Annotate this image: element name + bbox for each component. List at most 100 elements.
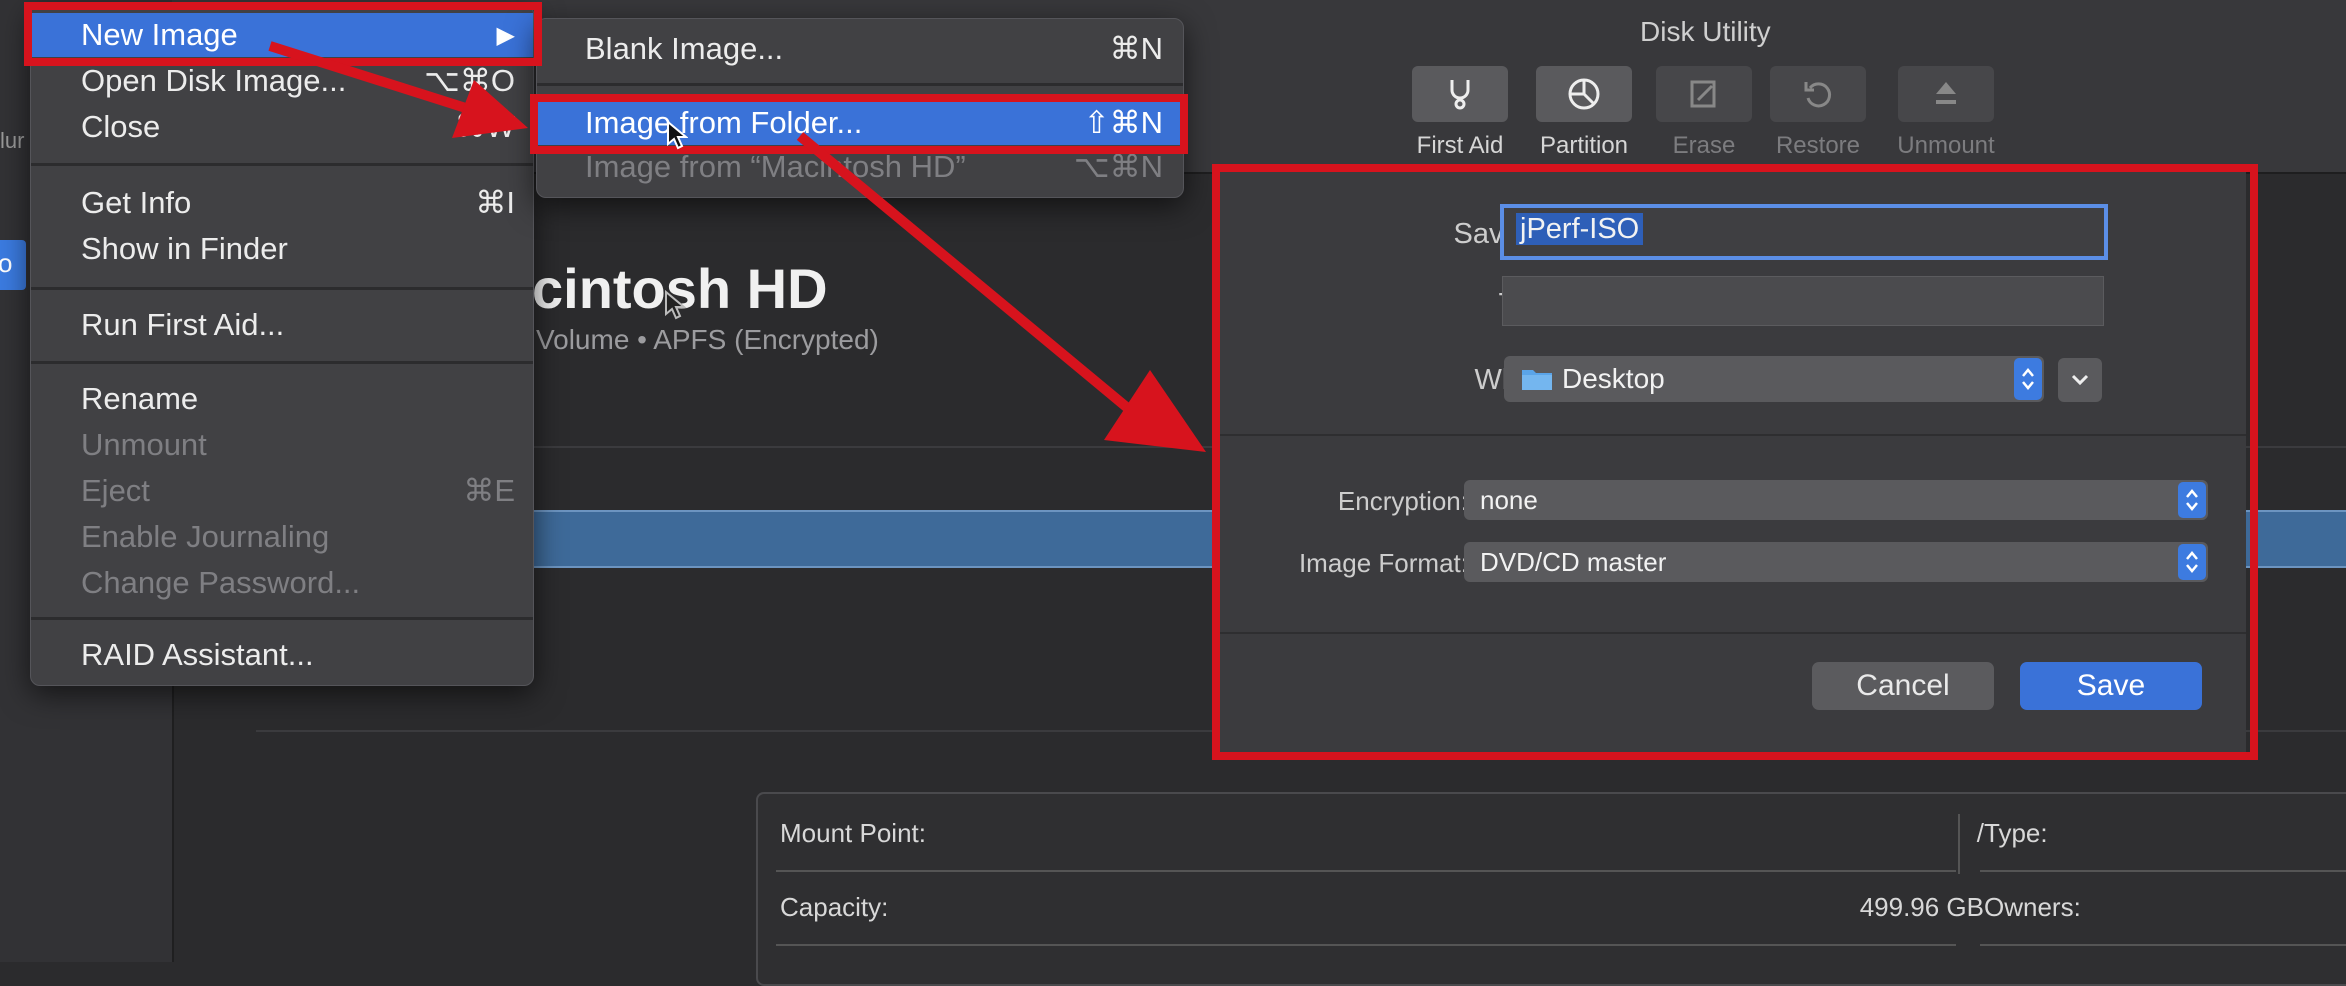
menu-item-label: Change Password... xyxy=(81,565,361,600)
info-table: Mount Point: / Capacity: 499.96 GB Type:… xyxy=(756,792,2346,986)
divider xyxy=(1980,870,2346,872)
window-title: Disk Utility xyxy=(1640,16,1771,47)
menu-item-unmount: Unmount xyxy=(31,423,533,467)
menu-item-get-info[interactable]: Get Info ⌘I xyxy=(31,181,533,225)
menu-item-open-disk-image[interactable]: Open Disk Image... ⌥⌘O xyxy=(31,59,533,103)
menu-item-label: Enable Journaling xyxy=(81,519,330,554)
file-menu: New Image ▶ Open Disk Image... ⌥⌘O Close… xyxy=(30,4,534,686)
menu-item-label: Eject xyxy=(81,473,150,508)
menu-item-label: Open Disk Image... xyxy=(81,63,347,98)
save-as-field[interactable]: jPerf-ISO xyxy=(1500,204,2108,260)
tags-field[interactable] xyxy=(1502,276,2104,326)
mount-point-value: / xyxy=(1976,818,1984,848)
mount-point-label: Mount Point: xyxy=(780,818,926,848)
restore-label: Restore xyxy=(1775,132,1861,159)
first-aid-label: First Aid xyxy=(1416,132,1504,159)
menu-item-label: Close xyxy=(81,109,161,144)
divider xyxy=(776,870,1956,872)
unmount-button[interactable] xyxy=(1898,66,1994,122)
menu-item-shortcut: ⌘W xyxy=(454,109,515,144)
encryption-popup[interactable]: none xyxy=(1464,480,2208,520)
encryption-label: Encryption: xyxy=(1337,486,1468,516)
divider xyxy=(1980,944,2346,946)
up-down-icon xyxy=(2014,358,2042,400)
chevron-down-icon xyxy=(2071,374,2089,386)
volume-subtitle: Volume • APFS (Encrypted) xyxy=(536,324,879,355)
menu-item-shortcut: ⌥⌘O xyxy=(424,63,515,98)
menu-separator xyxy=(537,83,1183,86)
erase-icon xyxy=(1690,80,1716,108)
menu-item-label: Get Info xyxy=(81,185,192,220)
sidebar-selected-item[interactable]: o xyxy=(0,240,26,290)
where-popup[interactable]: Desktop xyxy=(1504,356,2044,402)
menu-item-raid-assistant[interactable]: RAID Assistant... xyxy=(31,633,533,677)
menu-item-shortcut: ⌥⌘N xyxy=(1073,149,1163,184)
capacity-label: Capacity: xyxy=(780,892,889,922)
first-aid-button[interactable] xyxy=(1412,66,1508,122)
stethoscope-icon xyxy=(1450,80,1470,110)
image-format-value: DVD/CD master xyxy=(1480,547,1667,577)
mouse-cursor-icon xyxy=(667,120,688,150)
unmount-label: Unmount xyxy=(1897,132,1995,159)
sidebar-selected-fragment: o xyxy=(0,248,13,278)
menu-item-label: RAID Assistant... xyxy=(81,637,314,672)
menu-separator xyxy=(31,163,533,166)
restore-button[interactable] xyxy=(1770,66,1866,122)
folder-icon xyxy=(1522,370,1552,390)
save-button[interactable]: Save xyxy=(2020,662,2202,710)
menu-item-enable-journaling: Enable Journaling xyxy=(31,515,533,559)
partition-button[interactable] xyxy=(1536,66,1632,122)
menu-item-close[interactable]: Close ⌘W xyxy=(31,105,533,149)
menu-item-shortcut: ⌘I xyxy=(475,185,515,220)
save-as-value: jPerf-ISO xyxy=(1516,213,1644,245)
eject-icon xyxy=(1936,82,1956,104)
restore-icon xyxy=(1804,82,1832,108)
up-down-icon xyxy=(2178,482,2206,518)
menu-item-blank-image[interactable]: Blank Image... ⌘N xyxy=(537,27,1183,71)
menu-item-image-from-macintosh-hd: Image from “Macintosh HD” ⌥⌘N xyxy=(537,145,1183,189)
dialog-separator xyxy=(1218,434,2246,436)
image-format-popup[interactable]: DVD/CD master xyxy=(1464,542,2208,582)
menu-item-eject: Eject ⌘E xyxy=(31,469,533,513)
menu-separator xyxy=(31,617,533,620)
erase-button[interactable] xyxy=(1656,66,1752,122)
partition-label: Partition xyxy=(1539,132,1629,159)
menu-item-label: Rename xyxy=(81,381,199,416)
menu-item-run-first-aid[interactable]: Run First Aid... xyxy=(31,303,533,347)
dialog-separator xyxy=(1218,632,2246,634)
divider xyxy=(776,944,1956,946)
image-format-label: Image Format: xyxy=(1298,548,1468,578)
menu-item-new-image[interactable]: New Image ▶ xyxy=(31,13,533,57)
menu-item-label: New Image xyxy=(81,17,238,52)
menu-item-label: Run First Aid... xyxy=(81,307,285,342)
menu-item-shortcut: ⌘E xyxy=(463,473,515,508)
menu-separator xyxy=(31,287,533,290)
sidebar-fragment-label: lur xyxy=(0,128,25,153)
menu-item-rename[interactable]: Rename xyxy=(31,377,533,421)
menu-item-shortcut: ⇧⌘N xyxy=(1083,105,1163,140)
menu-item-label: Unmount xyxy=(81,427,207,462)
up-down-icon xyxy=(2178,544,2206,580)
menu-item-label: Image from Folder... xyxy=(585,105,863,140)
save-image-dialog: Save As: jPerf-ISO Tags: Where: Desktop … xyxy=(1218,172,2246,752)
menu-item-change-password: Change Password... xyxy=(31,561,533,605)
menu-item-label: Image from “Macintosh HD” xyxy=(585,149,966,184)
pie-chart-icon xyxy=(1568,78,1600,110)
expand-button[interactable] xyxy=(2058,358,2102,402)
column-divider xyxy=(1958,814,1960,874)
encryption-value: none xyxy=(1480,485,1538,515)
new-image-submenu: Blank Image... ⌘N Image from Folder... ⇧… xyxy=(536,18,1184,198)
cancel-button[interactable]: Cancel xyxy=(1812,662,1994,710)
text-cursor-icon xyxy=(665,290,687,320)
menu-item-shortcut: ⌘N xyxy=(1109,31,1163,66)
menu-item-image-from-folder[interactable]: Image from Folder... ⇧⌘N xyxy=(537,101,1183,145)
type-label: Type: xyxy=(1984,818,2048,848)
menu-item-label: Show in Finder xyxy=(81,231,288,266)
menu-item-label: Blank Image... xyxy=(585,31,784,66)
menu-separator xyxy=(31,361,533,364)
menu-item-show-in-finder[interactable]: Show in Finder xyxy=(31,227,533,271)
capacity-value: 499.96 GB xyxy=(1859,892,1984,922)
submenu-arrow-icon: ▶ xyxy=(496,22,515,49)
where-value: Desktop xyxy=(1562,363,1665,394)
owners-label: Owners: xyxy=(1984,892,2081,922)
